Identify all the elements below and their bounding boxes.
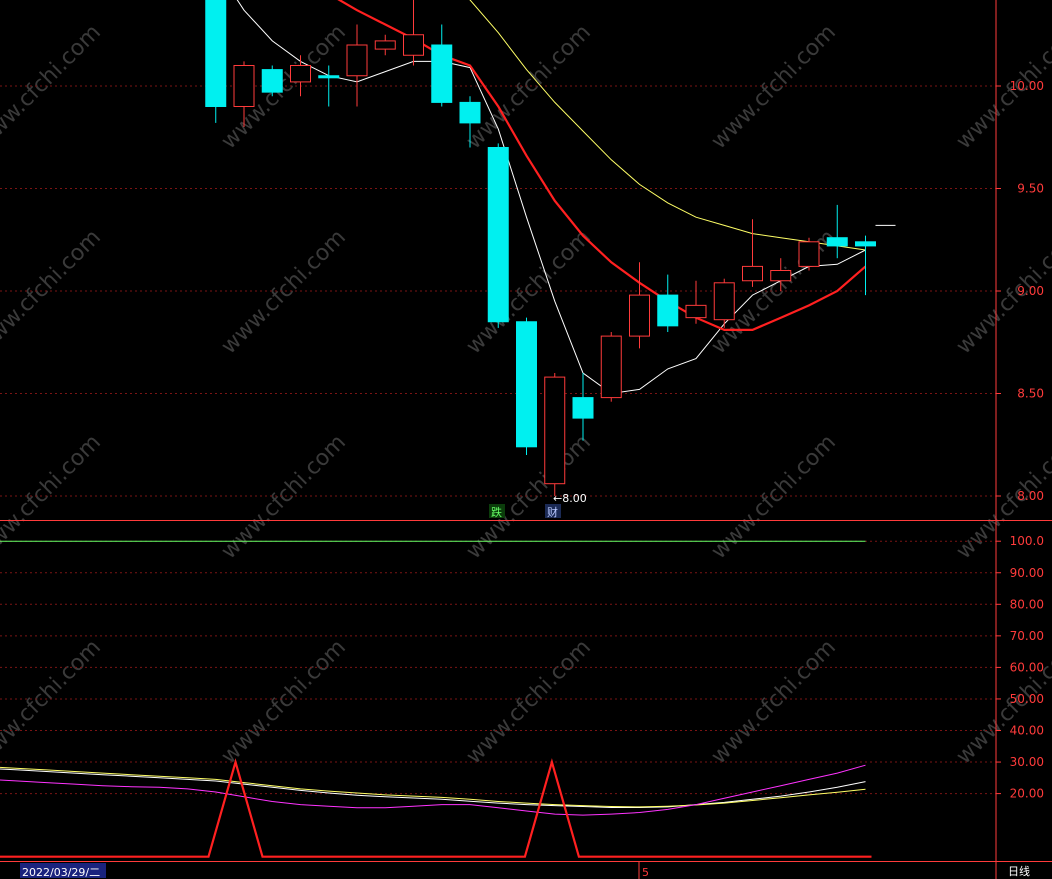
indicator-tick-label: 40.00 [1010,724,1044,738]
candle-body [516,321,537,448]
candle-body [855,241,876,247]
candle-body [657,294,679,327]
candle-body [826,237,848,247]
down-candle [487,143,509,328]
candle-body [459,101,481,124]
price-tick-label: 10.00 [1010,79,1044,93]
up-candle [798,237,820,271]
candle-body [742,265,763,282]
candle-body [713,282,735,321]
candle-body [629,294,650,337]
indicator-tick-label: 70.00 [1010,629,1044,643]
low-price-label: ←8.00 [553,492,587,505]
indicator-tick-label: 30.00 [1010,755,1044,769]
candle-body [403,34,424,56]
indicator-tick-label: 50.00 [1010,692,1044,706]
candle-body [346,44,368,77]
indicator-tick-label: 100.0 [1010,534,1044,548]
price-tick-label: 8.50 [1017,387,1044,401]
candle-body [487,147,509,323]
stock-chart: www.cfchi.com www.cfchi.com www.cfchi.com w… [0,0,1052,879]
indicator-tick-label: 90.00 [1010,566,1044,580]
up-candle [600,332,622,402]
indicator-tick-label: 80.00 [1010,597,1044,611]
down-candle [261,65,283,97]
candle-body [431,44,453,103]
candle-body [205,0,227,107]
down-candle [205,0,227,123]
candle-body [770,270,792,282]
price-tick-label: 8.00 [1017,489,1044,503]
candle-body [685,304,707,319]
candle-body [374,40,396,50]
indicator-tick-label: 20.00 [1010,787,1044,801]
price-tick-label: 9.00 [1017,284,1044,298]
up-candle [544,373,566,496]
down-candle [516,317,537,455]
price-tick-label: 9.50 [1017,182,1044,196]
candle-body [290,65,311,83]
candle-body [600,335,622,399]
candle-body [318,75,340,79]
month-label: 5 [642,866,649,879]
candle-body [572,397,594,419]
drop-badge: 跌 [491,505,502,519]
candle-body [798,241,820,267]
candle-body [233,65,255,107]
candle-body [544,376,566,485]
period-button[interactable]: 日线 [1008,864,1030,878]
finance-badge: 财 [547,505,558,519]
indicator-tick-label: 60.00 [1010,660,1044,674]
date-label: 2022/03/29/二 [22,866,100,879]
candle-body [261,69,283,93]
